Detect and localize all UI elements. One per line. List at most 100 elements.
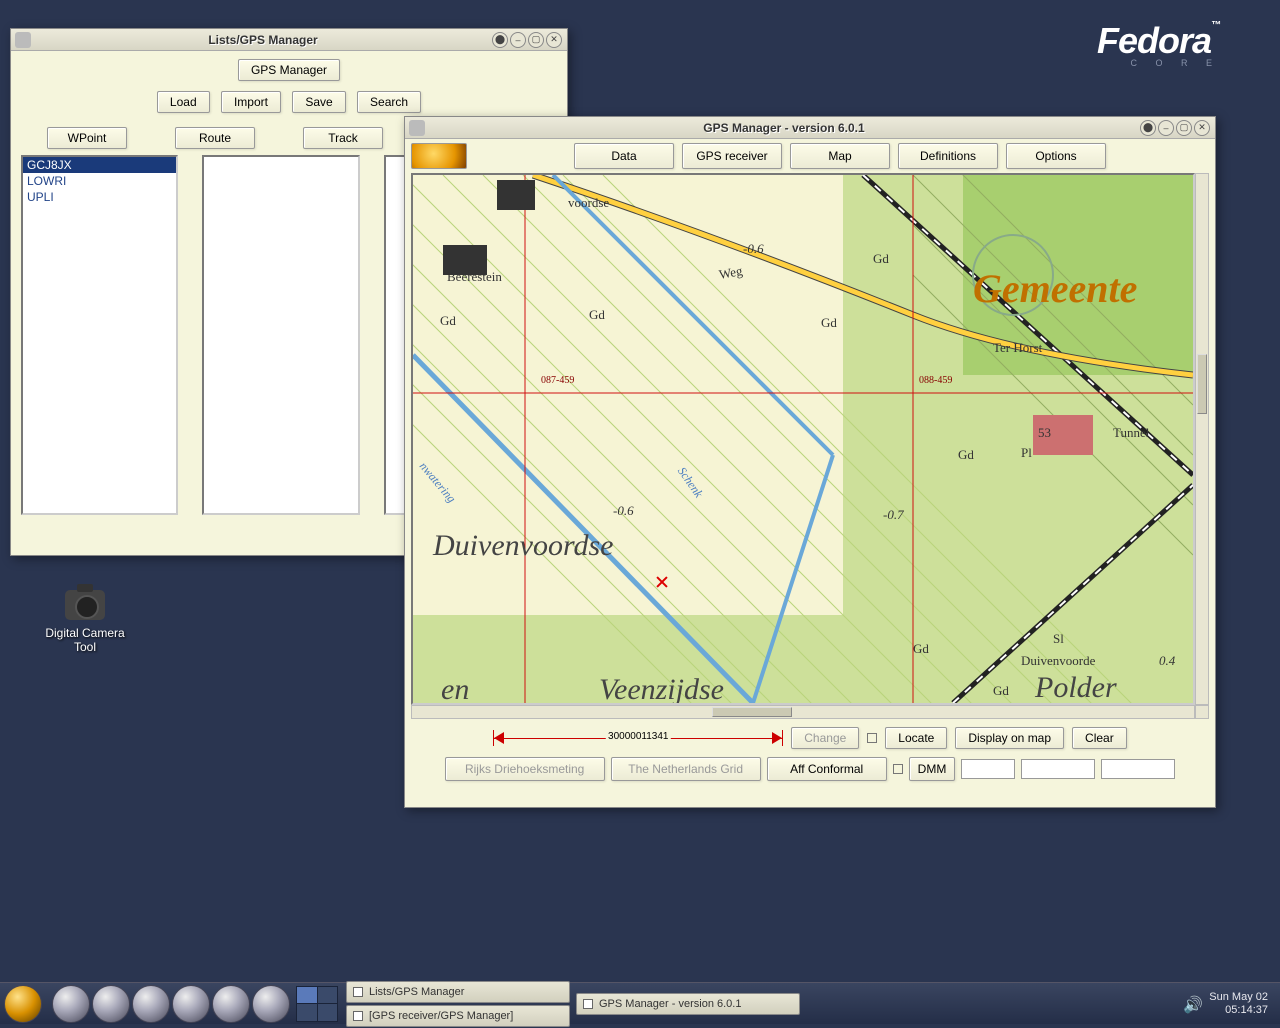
list-item[interactable]: LOWRI bbox=[23, 173, 176, 189]
save-button[interactable]: Save bbox=[292, 91, 345, 113]
window-gps-manager-map: GPS Manager - version 6.0.1 ⬤ – ▢ ✕ Data… bbox=[404, 116, 1216, 808]
map-canvas[interactable]: voordse Beerestein -0.6 Weg Gd Gemeente … bbox=[411, 173, 1195, 705]
map-label: Duivenvoordse bbox=[433, 529, 614, 563]
close-button[interactable]: ✕ bbox=[1194, 120, 1210, 136]
clock-date: Sun May 02 bbox=[1209, 991, 1268, 1004]
map-label: en bbox=[441, 673, 469, 705]
taskbar: Lists/GPS Manager [GPS receiver/GPS Mana… bbox=[0, 982, 1280, 1024]
window-icon bbox=[353, 987, 363, 997]
map-label: Gd bbox=[440, 313, 456, 329]
map-label: Gd bbox=[821, 315, 837, 331]
scrollbar[interactable] bbox=[180, 155, 194, 515]
map-label: Gd bbox=[993, 683, 1009, 699]
track-header-button[interactable]: Track bbox=[303, 127, 383, 149]
map-svg bbox=[413, 175, 1193, 703]
desktop-icon-label: Digital Camera Tool bbox=[35, 626, 135, 654]
taskbar-label: [GPS receiver/GPS Manager] bbox=[369, 1010, 513, 1022]
rollup-button[interactable]: ⬤ bbox=[1140, 120, 1156, 136]
window-icon bbox=[353, 1011, 363, 1021]
launcher-icon[interactable] bbox=[132, 985, 170, 1023]
gpsman-logo-icon bbox=[411, 143, 467, 169]
clear-button[interactable]: Clear bbox=[1072, 727, 1127, 749]
taskbar-window-button[interactable]: GPS Manager - version 6.0.1 bbox=[576, 993, 800, 1015]
import-button[interactable]: Import bbox=[221, 91, 281, 113]
launcher-icon[interactable] bbox=[172, 985, 210, 1023]
map-label: Polder bbox=[1035, 671, 1117, 705]
map-label: Pl bbox=[1021, 445, 1032, 461]
coord-field-3[interactable] bbox=[1101, 759, 1175, 779]
camera-icon bbox=[65, 590, 105, 620]
clock[interactable]: Sun May 02 05:14:37 bbox=[1209, 991, 1268, 1017]
menu-gps-receiver[interactable]: GPS receiver bbox=[682, 143, 782, 169]
scrollbar[interactable] bbox=[362, 155, 376, 515]
clock-time: 05:14:37 bbox=[1209, 1004, 1268, 1017]
list-item[interactable]: UPLI bbox=[23, 189, 176, 205]
locate-button[interactable]: Locate bbox=[885, 727, 947, 749]
map-label: Sl bbox=[1053, 631, 1064, 647]
gps-manager-button[interactable]: GPS Manager bbox=[238, 59, 340, 81]
map-label: -0.7 bbox=[883, 507, 904, 523]
launcher-icon[interactable] bbox=[52, 985, 90, 1023]
minimize-button[interactable]: – bbox=[510, 32, 526, 48]
menu-map[interactable]: Map bbox=[790, 143, 890, 169]
map-label: 53 bbox=[1038, 425, 1051, 441]
route-header-button[interactable]: Route bbox=[175, 127, 255, 149]
titlebar-lists[interactable]: Lists/GPS Manager ⬤ – ▢ ✕ bbox=[11, 29, 567, 51]
map-label: Gd bbox=[873, 251, 889, 267]
launcher-icon[interactable] bbox=[212, 985, 250, 1023]
map-label: Gemeente bbox=[973, 265, 1137, 312]
coord-field-1[interactable] bbox=[961, 759, 1015, 779]
minimize-button[interactable]: – bbox=[1158, 120, 1174, 136]
dmm-button[interactable]: DMM bbox=[909, 757, 956, 781]
window-title: Lists/GPS Manager bbox=[35, 33, 491, 47]
start-menu-button[interactable] bbox=[4, 985, 42, 1023]
taskbar-window-button[interactable]: Lists/GPS Manager bbox=[346, 981, 570, 1003]
map-scale-bar: 30000011341 bbox=[493, 730, 783, 746]
map-label: Beerestein bbox=[447, 269, 502, 285]
workspace-pager[interactable] bbox=[296, 986, 338, 1022]
window-title: GPS Manager - version 6.0.1 bbox=[429, 121, 1139, 135]
grid-coord-label: 087-459 bbox=[541, 375, 574, 386]
scale-value: 30000011341 bbox=[606, 731, 670, 742]
map-label: Gd bbox=[589, 307, 605, 323]
map-label: Ter Horst bbox=[993, 340, 1042, 356]
system-tray: 🔊 Sun May 02 05:14:37 bbox=[1175, 991, 1276, 1017]
wpoint-listbox[interactable]: GCJ8JX LOWRI UPLI bbox=[21, 155, 178, 515]
grid-coord-label: 088-459 bbox=[919, 375, 952, 386]
close-button[interactable]: ✕ bbox=[546, 32, 562, 48]
maximize-button[interactable]: ▢ bbox=[528, 32, 544, 48]
search-button[interactable]: Search bbox=[357, 91, 421, 113]
coord-field-2[interactable] bbox=[1021, 759, 1095, 779]
maximize-button[interactable]: ▢ bbox=[1176, 120, 1192, 136]
route-listbox[interactable] bbox=[202, 155, 359, 515]
projection-button[interactable]: Aff Conformal bbox=[767, 757, 887, 781]
change-button[interactable]: Change bbox=[791, 727, 859, 749]
menu-options[interactable]: Options bbox=[1006, 143, 1106, 169]
display-on-map-button[interactable]: Display on map bbox=[955, 727, 1064, 749]
rollup-button[interactable]: ⬤ bbox=[492, 32, 508, 48]
waypoint-marker-icon bbox=[655, 575, 669, 589]
launcher-icon[interactable] bbox=[92, 985, 130, 1023]
wpoint-header-button[interactable]: WPoint bbox=[47, 127, 127, 149]
list-item[interactable]: GCJ8JX bbox=[23, 157, 176, 173]
datum-button[interactable]: Rijks Driehoeksmeting bbox=[445, 757, 605, 781]
launcher-icon[interactable] bbox=[252, 985, 290, 1023]
map-vertical-scrollbar[interactable] bbox=[1195, 173, 1209, 705]
volume-icon[interactable]: 🔊 bbox=[1183, 995, 1201, 1013]
grid-button[interactable]: The Netherlands Grid bbox=[611, 757, 761, 781]
desktop-camera-tool[interactable]: Digital Camera Tool bbox=[35, 590, 135, 654]
menu-data[interactable]: Data bbox=[574, 143, 674, 169]
menu-definitions[interactable]: Definitions bbox=[898, 143, 998, 169]
map-label: Gd bbox=[958, 447, 974, 463]
map-label: Duivenvoorde bbox=[1021, 653, 1095, 669]
titlebar-map[interactable]: GPS Manager - version 6.0.1 ⬤ – ▢ ✕ bbox=[405, 117, 1215, 139]
taskbar-window-button[interactable]: [GPS receiver/GPS Manager] bbox=[346, 1005, 570, 1027]
map-label: Tunnel bbox=[1113, 425, 1149, 441]
map-label: Veenzijdse bbox=[599, 673, 724, 705]
fedora-logo: Fedora™ C O R E bbox=[1097, 20, 1220, 68]
map-horizontal-scrollbar[interactable] bbox=[411, 705, 1195, 719]
checkbox[interactable] bbox=[893, 764, 903, 774]
load-button[interactable]: Load bbox=[157, 91, 210, 113]
checkbox[interactable] bbox=[867, 733, 877, 743]
taskbar-label: GPS Manager - version 6.0.1 bbox=[599, 998, 741, 1010]
